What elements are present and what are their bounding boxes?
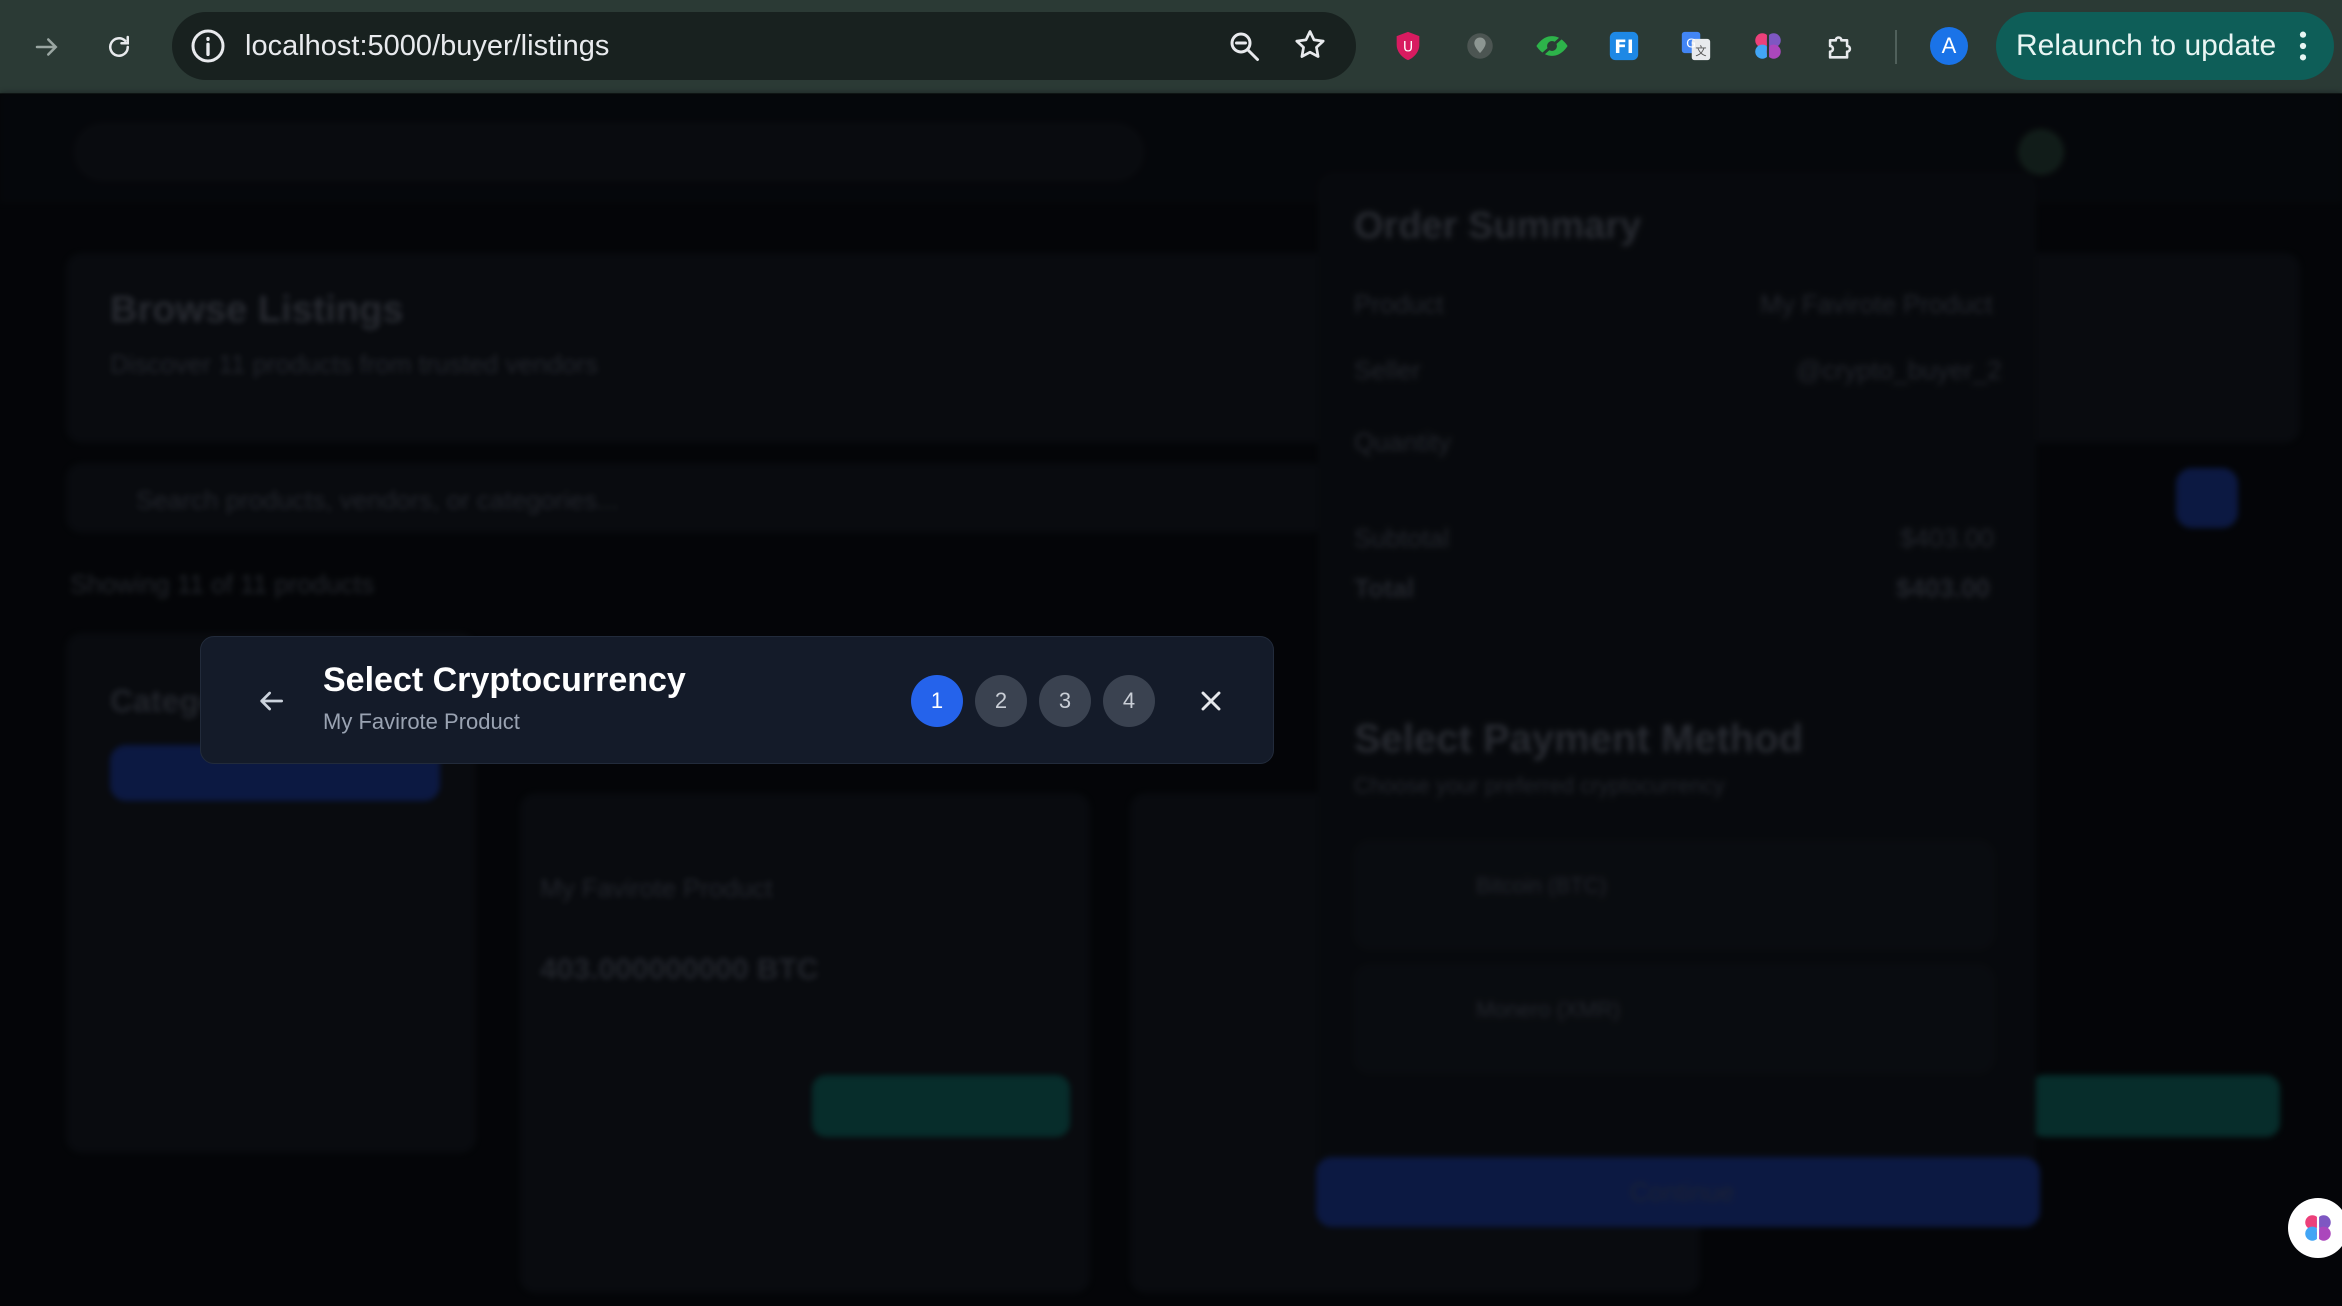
- close-icon[interactable]: [1195, 685, 1227, 722]
- more-vert-icon[interactable]: [2296, 29, 2310, 71]
- step-indicator-4: 4: [1103, 675, 1155, 727]
- modal-subtitle: My Favirote Product: [323, 709, 520, 734]
- relaunch-button[interactable]: Relaunch to update: [1996, 12, 2334, 80]
- modal-title: Select Cryptocurrency: [323, 661, 686, 699]
- ublock-icon[interactable]: U: [1386, 24, 1430, 68]
- svg-text:U: U: [1403, 40, 1413, 56]
- crypto-select-modal-header: Select Cryptocurrency My Favirote Produc…: [200, 636, 1274, 764]
- back-arrow-icon[interactable]: [255, 685, 287, 722]
- step-indicator-2: 2: [975, 675, 1027, 727]
- location-icon[interactable]: [1458, 24, 1502, 68]
- brain-icon[interactable]: [1746, 24, 1790, 68]
- address-bar[interactable]: localhost:5000/buyer/listings: [172, 12, 1356, 80]
- forward-icon[interactable]: [24, 24, 70, 70]
- site-info-icon[interactable]: [188, 26, 228, 71]
- step-indicator-3: 3: [1039, 675, 1091, 727]
- toolbar-divider: [1895, 30, 1897, 64]
- floating-brain-icon[interactable]: [2288, 1198, 2342, 1258]
- browser-toolbar: localhost:5000/buyer/listings U FI G文 A …: [0, 0, 2342, 94]
- svg-text:文: 文: [1695, 44, 1706, 58]
- step-indicator-1: 1: [911, 675, 963, 727]
- translate-fi-icon[interactable]: FI: [1602, 24, 1646, 68]
- google-translate-icon[interactable]: G文: [1674, 24, 1718, 68]
- bookmark-star-icon[interactable]: [1292, 27, 1328, 68]
- zoom-icon[interactable]: [1226, 28, 1262, 69]
- url-text[interactable]: localhost:5000/buyer/listings: [245, 30, 609, 63]
- reload-icon[interactable]: [96, 24, 142, 70]
- puzzle-icon[interactable]: [1818, 24, 1862, 68]
- profile-avatar[interactable]: A: [1930, 27, 1968, 65]
- relaunch-label: Relaunch to update: [2016, 29, 2277, 62]
- svg-text:FI: FI: [1614, 37, 1633, 58]
- eye-icon[interactable]: [1530, 24, 1574, 68]
